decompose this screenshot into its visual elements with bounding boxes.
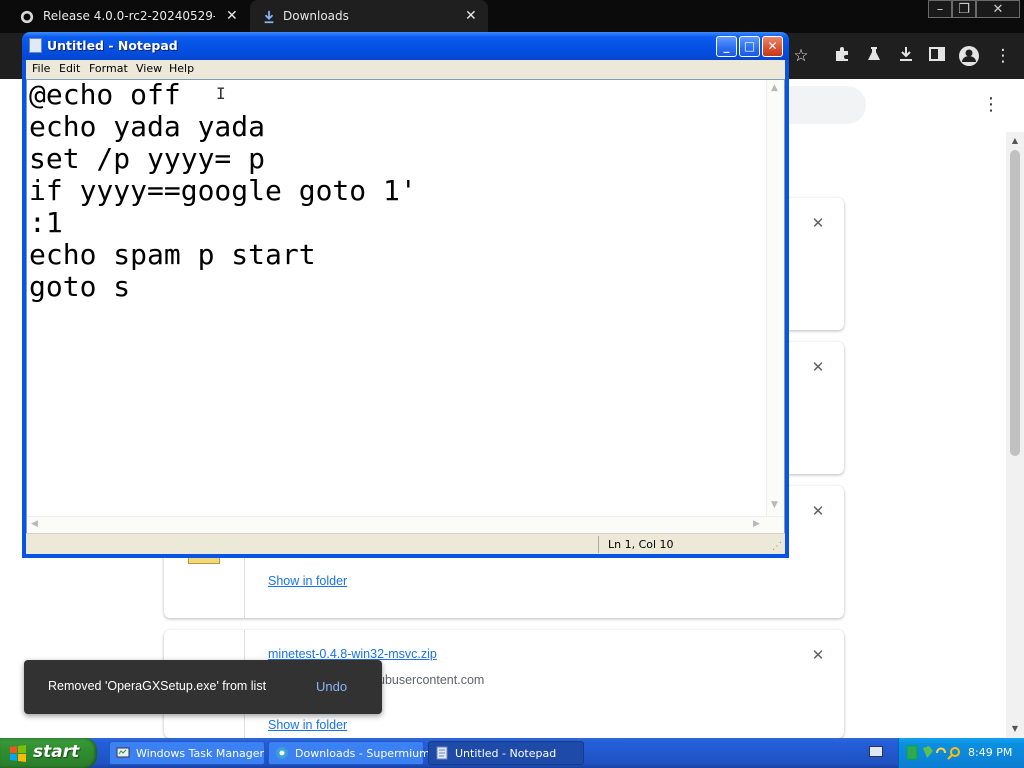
profile-icon[interactable]: [958, 45, 980, 67]
notepad-title-bar[interactable]: Untitled - Notepad _ □ ✕: [22, 32, 789, 60]
editor-text[interactable]: @echo off echo yada yada set /p yyyy= p …: [29, 79, 767, 515]
menu-bar: File Edit Format View Help: [26, 60, 785, 79]
clock: 8:49 PM: [968, 746, 1013, 759]
close-button[interactable]: ✕: [762, 36, 783, 57]
tab-downloads[interactable]: Downloads ✕: [250, 0, 488, 33]
download-source-url: ubusercontent.com: [378, 673, 485, 687]
menu-file[interactable]: File: [32, 62, 50, 75]
notepad-icon: [29, 38, 42, 53]
github-icon: [20, 10, 34, 24]
supermium-icon: [276, 747, 288, 759]
keyboard-icon[interactable]: [869, 746, 883, 757]
remove-download-icon[interactable]: ✕: [808, 502, 828, 520]
flask-icon[interactable]: [863, 45, 885, 67]
star-icon[interactable]: ☆: [790, 45, 812, 67]
task-manager-icon: [116, 747, 130, 758]
window-title: Untitled - Notepad: [47, 38, 178, 53]
show-in-folder-link[interactable]: Show in folder: [268, 718, 347, 732]
page-scrollbar-thumb[interactable]: [1010, 150, 1020, 456]
tab-label: Release 4.0.0-rc2-20240529-experi: [43, 9, 215, 23]
toast-message: Removed 'OperaGXSetup.exe' from list: [48, 679, 267, 693]
undo-button[interactable]: Undo: [316, 679, 347, 694]
cursor-position: Ln 1, Col 10: [608, 538, 674, 551]
sidebar-icon[interactable]: [926, 45, 948, 67]
download-icon: [264, 10, 274, 24]
remove-download-icon[interactable]: ✕: [808, 358, 828, 376]
tab-release[interactable]: Release 4.0.0-rc2-20240529-experi ✕: [0, 0, 248, 33]
scroll-right-arrow-icon[interactable]: ▶: [753, 519, 760, 529]
start-label[interactable]: start: [33, 742, 79, 762]
scroll-down-arrow-icon[interactable]: ▼: [771, 500, 778, 510]
text-cursor-icon: I: [216, 84, 226, 103]
tab-close-icon[interactable]: ✕: [226, 8, 238, 24]
browser-close-button[interactable]: ✕: [976, 0, 1020, 18]
tray-icons: [907, 745, 960, 760]
scroll-up-arrow-icon[interactable]: ▲: [1010, 136, 1020, 145]
resize-grip-icon[interactable]: ⋰: [772, 541, 782, 552]
download-icon[interactable]: [895, 45, 917, 67]
menu-edit[interactable]: Edit: [59, 62, 80, 75]
taskbar-item-label: Windows Task Manager: [136, 747, 265, 760]
taskbar-item-downloads[interactable]: Downloads - Supermium: [268, 741, 430, 765]
status-bar: Ln 1, Col 10 ⋰: [26, 533, 785, 554]
removed-toast: Removed 'OperaGXSetup.exe' from list Und…: [24, 660, 382, 714]
scroll-left-arrow-icon[interactable]: ◀: [31, 519, 38, 529]
kebab-menu-icon[interactable]: ⋮: [992, 45, 1014, 67]
windows-logo-icon: [10, 745, 26, 762]
browser-minimize-button[interactable]: –: [928, 0, 952, 18]
scroll-down-arrow-icon[interactable]: ▼: [1010, 724, 1020, 733]
remove-download-icon[interactable]: ✕: [808, 646, 828, 664]
taskbar-item-notepad[interactable]: Untitled - Notepad: [428, 741, 584, 765]
menu-view[interactable]: View: [136, 62, 162, 75]
tab-close-icon[interactable]: ✕: [465, 8, 477, 24]
tab-label: Downloads: [283, 9, 349, 23]
horizontal-scrollbar[interactable]: ◀ ▶: [27, 516, 784, 533]
taskbar-item-label: Downloads - Supermium: [295, 747, 430, 760]
menu-help[interactable]: Help: [169, 62, 194, 75]
puzzle-icon[interactable]: [831, 45, 853, 67]
maximize-button[interactable]: □: [739, 36, 760, 57]
notepad-window[interactable]: Untitled - Notepad _ □ ✕ File Edit Forma…: [22, 32, 789, 558]
page-menu-icon[interactable]: ⋮: [982, 93, 1000, 117]
browser-restore-button[interactable]: ❐: [952, 0, 976, 18]
vertical-scrollbar[interactable]: ▲ ▼: [766, 80, 784, 516]
download-file-link[interactable]: minetest-0.4.8-win32-msvc.zip: [268, 647, 437, 661]
menu-format[interactable]: Format: [89, 62, 128, 75]
remove-download-icon[interactable]: ✕: [808, 214, 828, 232]
taskbar-item-task-manager[interactable]: Windows Task Manager: [109, 741, 265, 765]
status-divider: [598, 536, 599, 553]
minimize-button[interactable]: _: [716, 36, 737, 57]
notepad-icon: [436, 746, 448, 760]
show-in-folder-link[interactable]: Show in folder: [268, 574, 347, 588]
scroll-up-arrow-icon[interactable]: ▲: [771, 83, 778, 93]
taskbar-item-label: Untitled - Notepad: [455, 747, 557, 760]
text-editor-area[interactable]: @echo off echo yada yada set /p yyyy= p …: [26, 79, 785, 549]
